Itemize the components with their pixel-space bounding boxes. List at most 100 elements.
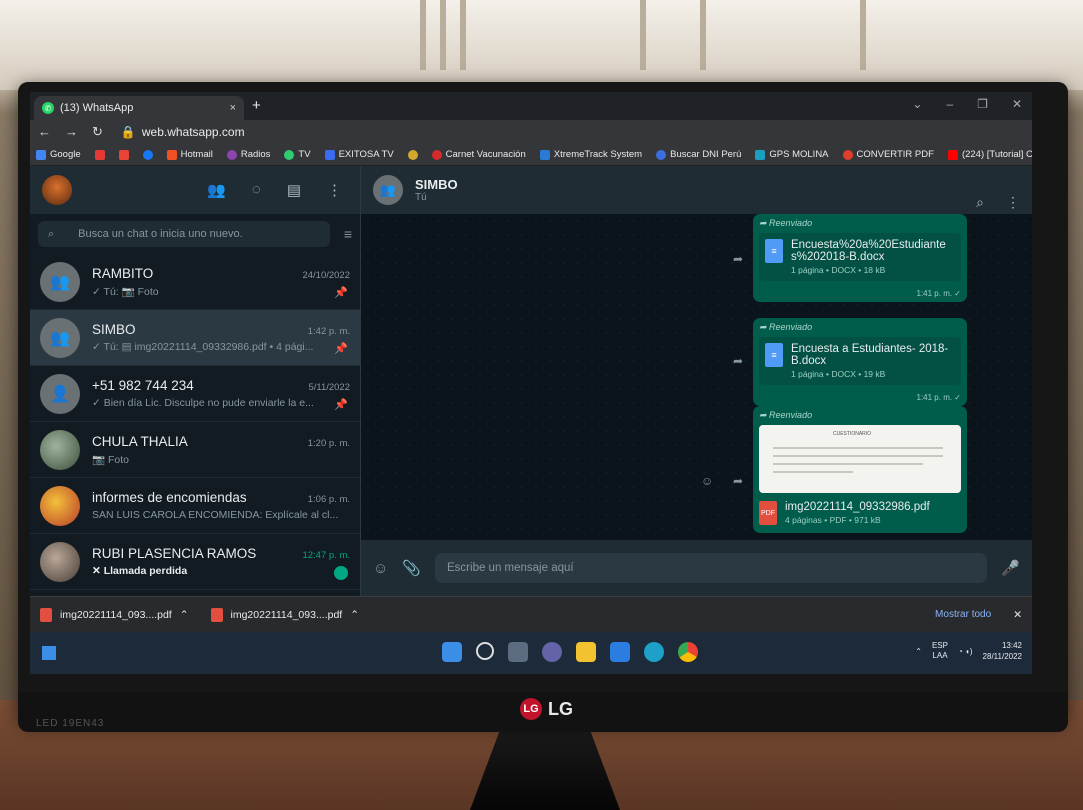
new-tab-button[interactable]: + [252,97,261,114]
attach-icon[interactable]: 📎 [402,559,421,577]
document-icon: ≡ [765,343,783,367]
search-row: ⌕ Busca un chat o inicia uno nuevo. ≡ [30,214,360,254]
download-item[interactable]: img20221114_093....pdf ⌃ [210,607,359,622]
status-icon[interactable]: ◌ [252,181,261,199]
wifi-icon[interactable]: ◔ ◖) [958,647,973,656]
url-field[interactable]: 🔒 web.whatsapp.com [121,125,245,139]
chat-time: 5/11/2022 [308,382,350,393]
conversation-header[interactable]: 👥 SIMBO Tú ⌕ ⋮ [361,166,1032,214]
new-chat-icon[interactable]: ▤ [287,181,301,199]
show-all-button[interactable]: Mostrar todo [935,609,991,620]
chevron-up-icon[interactable]: ⌃ [180,609,189,621]
chat-item-phone[interactable]: 👤 +51 982 744 234 5/11/2022 ✓ Bien día Li… [30,366,360,422]
filter-icon[interactable]: ≡ [344,226,352,242]
tab-whatsapp[interactable]: ✆ (13) WhatsApp × [34,96,244,120]
chevron-down-icon[interactable]: ⌄ [912,97,922,111]
pin-icon: 📌 [334,399,348,411]
language-indicator[interactable]: ESP LAA [932,641,948,661]
chat-item-simbo[interactable]: 👥 SIMBO 1:42 p. m. ✓ Tú: ▤ img20221114_09… [30,310,360,366]
chat-time: 12:47 p. m. [302,550,350,561]
screen: ✆ (13) WhatsApp × + ⌄ – ❐ ✕ ← → ↻ 🔒 web.… [30,92,1032,674]
bookmark-tutorial[interactable]: (224) [Tutorial] Co... [947,149,1032,160]
document-attachment[interactable]: ≡ Encuesta%20a%20Estudiantes%202018-B.do… [759,233,961,281]
avatar[interactable] [42,175,72,205]
pdf-preview[interactable]: CUESTIONARIO [759,425,961,493]
clock[interactable]: 13:42 28/11/2022 [983,640,1022,662]
reload-icon[interactable]: ↻ [92,124,103,140]
menu-icon[interactable]: ⋮ [1006,194,1020,211]
download-item[interactable]: img20221114_093....pdf ⌃ [40,607,189,622]
file-explorer-icon[interactable] [576,642,596,662]
blind-slat [640,0,646,70]
tab-title: (13) WhatsApp [60,102,134,114]
search-icon[interactable]: ⌕ [976,194,984,211]
menu-icon[interactable]: ⋮ [327,181,342,199]
whatsapp-icon: ✆ [42,102,54,114]
chat-item-informes[interactable]: informes de encomiendas 1:06 p. m. SAN LU… [30,478,360,534]
forward-icon[interactable]: ➦ [733,252,751,270]
forward-icon[interactable]: ➦ [733,474,751,492]
bookmark-convertir[interactable]: CONVERTIR PDF [842,149,934,160]
document-attachment[interactable]: ≡ Encuesta a Estudiantes- 2018-B.docx 1 … [759,337,961,385]
chat-item-rubi[interactable]: RUBI PLASENCIA RAMOS 12:47 p. m. ✕ Llamad… [30,534,360,590]
chevron-up-icon[interactable]: ⌃ [350,609,359,621]
chat-name: RAMBITO [92,265,154,281]
bookmark-carnet[interactable]: Carnet Vacunación [431,149,526,160]
search-input[interactable]: ⌕ Busca un chat o inicia uno nuevo. [38,221,330,247]
tab-close-button[interactable]: × [230,102,236,114]
chat-icon[interactable] [542,642,562,662]
bookmark-hotmail[interactable]: Hotmail [166,149,213,160]
group-avatar: 👥 [373,175,403,205]
search-placeholder: Busca un chat o inicia uno nuevo. [78,228,243,240]
start-icon[interactable] [442,642,462,662]
close-downloads-button[interactable]: ✕ [1013,609,1022,621]
message-input[interactable]: Escribe un mensaje aquí [435,553,988,583]
bookmark-dni[interactable]: Buscar DNI Perú [656,149,741,160]
bookmark-radios[interactable]: Radios [226,149,270,160]
message-time: 1:41 p. m. ✓ [916,393,962,402]
search-icon[interactable] [476,642,494,660]
chat-name: RUBI PLASENCIA RAMOS [92,546,257,561]
chrome-icon[interactable] [678,642,698,662]
task-view-icon[interactable] [508,642,528,662]
bookmark-gps[interactable]: GPS MOLINA [755,149,829,160]
bookmark-xtremetrack[interactable]: XtremeTrack System [539,149,642,160]
window-controls: ⌄ – ❐ ✕ [912,97,1022,111]
bookmark-facebook[interactable] [142,149,153,160]
pin-icon: 📌 [334,287,348,299]
bookmark-tv[interactable]: TV [284,149,311,160]
microphone-icon[interactable]: 🎤 [1001,559,1020,577]
communities-icon[interactable]: 👥 [207,181,226,199]
chat-item-rambito[interactable]: 👥 RAMBITO 24/10/2022 ✓ Tú: 📷 Foto 📌 [30,254,360,310]
taskbar-apps [442,642,698,662]
pdf-icon [210,607,223,622]
window-light [0,0,1083,90]
bookmark-google[interactable]: Google [36,149,81,160]
chevron-up-icon[interactable]: ⌃ [915,647,922,656]
close-icon[interactable]: ✕ [1012,97,1022,111]
bookmark-gmail[interactable] [118,149,129,160]
emoji-react-icon[interactable]: ☺ [701,474,719,492]
document-attachment[interactable]: PDF img20221114_09332986.pdf 4 páginas •… [759,497,961,529]
chat-item-chula-thalia[interactable]: CHULA THALIA 1:20 p. m. 📷 Foto [30,422,360,478]
message-bubble: ➦ Reenviado ≡ Encuesta%20a%20Estudiantes… [753,214,967,302]
bookmark-exitosa[interactable]: EXITOSA TV [324,149,394,160]
bookmark-unnamed[interactable] [407,149,418,160]
bookmark-youtube[interactable] [94,149,105,160]
back-icon[interactable]: ← [38,124,51,140]
user-avatar: 👤 [40,373,80,414]
store-icon[interactable] [610,642,630,662]
message-time: 1:41 p. m. ✓ [916,289,962,298]
restore-icon[interactable]: ❐ [977,97,988,111]
chat-preview: 📷 Foto [92,453,130,466]
sidebar-actions: 👥 ◌ ▤ ⋮ [207,181,342,199]
minimize-icon[interactable]: – [946,97,953,111]
lg-logo-icon: LG [520,698,542,720]
emoji-icon[interactable]: ☺ [373,560,388,577]
edge-icon[interactable] [644,642,664,662]
forward-icon[interactable]: → [65,124,78,140]
blind-slat [420,0,426,70]
forward-icon[interactable]: ➦ [733,354,751,372]
widgets-icon[interactable] [42,646,56,660]
lock-icon: 🔒 [120,125,136,139]
